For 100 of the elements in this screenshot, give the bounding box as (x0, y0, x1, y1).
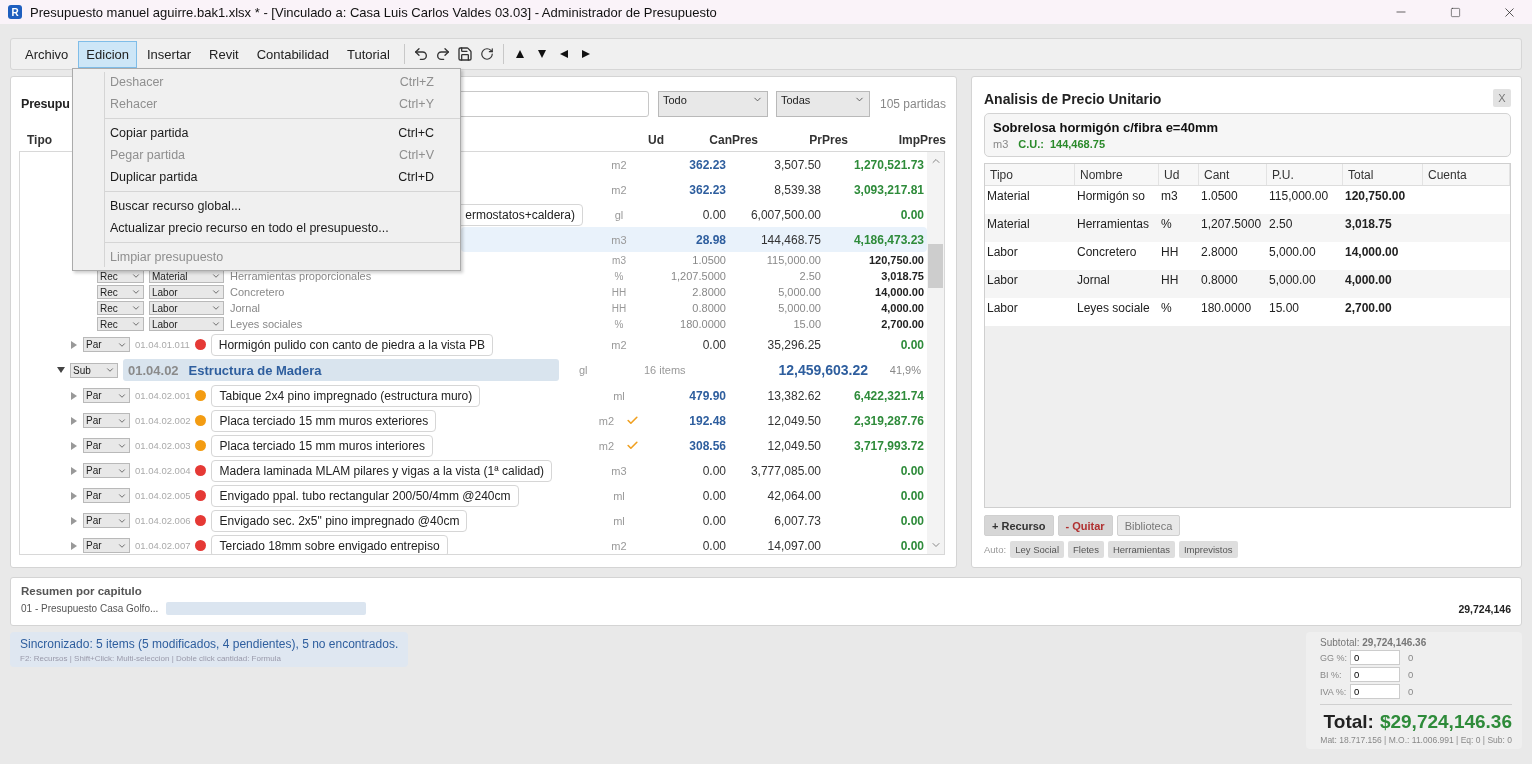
item-code: 01.04.02.005 (135, 489, 191, 502)
rate-label: GG %: (1320, 652, 1348, 663)
quantity-text: 180.0000 (679, 318, 727, 330)
description-field[interactable]: Terciado 18mm sobre envigado entrepiso (211, 534, 448, 554)
close-button[interactable]: X (1493, 89, 1511, 107)
dropdown[interactable]: Par (83, 337, 130, 352)
price-text: 144,468.75 (759, 232, 822, 247)
quantity-text: 0.8000 (691, 302, 727, 314)
dropdown[interactable]: Todas (775, 91, 870, 117)
expand-arrow-icon[interactable] (70, 541, 78, 550)
dropdown[interactable]: Labor (149, 317, 224, 331)
dropdown[interactable]: Par (83, 488, 130, 503)
quantity-text[interactable]: 0.00 (649, 513, 729, 528)
auto-button[interactable]: Imprevistos (1178, 541, 1238, 558)
expand-arrow-icon[interactable] (70, 441, 78, 450)
quantity-text[interactable]: 0.00 (649, 337, 729, 352)
collapse-arrow-icon[interactable] (57, 366, 65, 374)
quantity-text[interactable]: 479.90 (649, 388, 729, 403)
item-count: 105 partidas (879, 97, 946, 111)
menu-option[interactable]: Copiar partida Ctrl+C (105, 122, 460, 144)
price-text: 14,097.00 (766, 538, 822, 553)
auto-button[interactable]: Fletes (1068, 541, 1104, 558)
dropdown[interactable]: Par (83, 463, 130, 478)
table-cell-text: m3 (1160, 188, 1179, 203)
chapter-header[interactable]: 01.04.02 Estructura de Madera (123, 359, 559, 381)
expand-arrow-icon[interactable] (70, 416, 78, 425)
rate-field[interactable]: 0 (1350, 684, 1400, 699)
expand-arrow-icon[interactable] (70, 391, 78, 400)
menu-item[interactable]: Archivo (17, 40, 77, 68)
dropdown[interactable]: Par (83, 513, 130, 528)
rate-label: BI %: (1320, 669, 1343, 680)
price-text: 13,382.62 (766, 388, 822, 403)
quantity-text[interactable]: 0.00 (649, 488, 729, 503)
menu-option[interactable]: Actualizar precio recurso en todo el presupuesto... (105, 217, 460, 239)
dropdown[interactable]: Par (83, 538, 130, 553)
amount-text: 3,018.75 (880, 270, 925, 282)
scroll-thumb[interactable] (928, 244, 943, 288)
description-field[interactable]: Placa terciado 15 mm muros interiores (211, 434, 433, 457)
expand-arrow-icon[interactable] (70, 466, 78, 475)
expand-arrow-icon[interactable] (70, 516, 78, 525)
unit-cost-label: C.U.: (1018, 138, 1044, 150)
item-name: Sobrelosa hormigón c/fibra e=40mm (993, 120, 1220, 135)
menu-item[interactable]: Edicion (78, 40, 137, 68)
dropdown[interactable]: Rec (97, 317, 144, 331)
action-button[interactable]: + Recurso (984, 515, 1054, 536)
menu-item[interactable]: Tutorial (339, 40, 398, 68)
menu-option[interactable]: Buscar recurso global... (105, 195, 460, 217)
amount-text: 120,750.00 (867, 254, 925, 266)
price-text: 3,507.50 (773, 157, 822, 172)
action-button[interactable]: Biblioteca (1116, 515, 1181, 536)
expand-arrow-icon[interactable] (70, 340, 78, 349)
dropdown[interactable]: Labor (149, 301, 224, 315)
quantity-text[interactable]: 28.98 (649, 232, 729, 247)
amount-text: 0.00 (899, 337, 925, 352)
auto-button[interactable]: Ley Social (1010, 541, 1065, 558)
auto-button[interactable]: Herramientas (1107, 541, 1175, 558)
quantity-text[interactable]: 308.56 (649, 438, 729, 453)
quantity-text[interactable]: 362.23 (649, 157, 729, 172)
panel-title: Presupu (21, 97, 70, 111)
description-field[interactable]: Madera laminada MLAM pilares y vigas a la vista (1ª calidad) (211, 459, 553, 482)
rate-field[interactable]: 0 (1350, 650, 1400, 665)
amount-text: 6,422,321.74 (852, 388, 925, 403)
dropdown[interactable]: Labor (149, 285, 224, 299)
rate-field[interactable]: 0 (1350, 667, 1400, 682)
price-text: 2.50 (798, 270, 822, 282)
price-text: 115,000.00 (765, 254, 822, 266)
description-field[interactable]: Envigado ppal. tubo rectangular 200/50/4mm @240cm (211, 484, 519, 507)
dropdown[interactable]: Todo (657, 91, 768, 117)
scrollbar[interactable] (927, 152, 944, 554)
description-field[interactable]: Tabique 2x4 pino impregnado (estructura muro) (211, 384, 481, 407)
description-field[interactable]: Hormigón pulido con canto de piedra a la vista PB (210, 333, 493, 356)
column-header: Nombre (1075, 164, 1159, 185)
table-cell-text: 180.0000 (1200, 300, 1253, 315)
quantity-text[interactable]: 0.00 (649, 463, 729, 478)
dropdown[interactable]: Sub (70, 362, 118, 378)
table-cell-text: 2.50 (1268, 216, 1294, 231)
dropdown[interactable]: Par (83, 388, 130, 403)
menu-item[interactable]: Revit (201, 40, 247, 68)
menu-item[interactable]: Contabilidad (248, 40, 337, 68)
dropdown[interactable]: Par (83, 413, 130, 428)
expand-arrow-icon[interactable] (70, 491, 78, 500)
quantity-text[interactable]: 192.48 (649, 413, 729, 428)
quantity-text[interactable]: 362.23 (649, 182, 729, 197)
quantity-text[interactable]: 0.00 (649, 207, 729, 222)
dropdown[interactable]: Rec (97, 301, 144, 315)
description-field[interactable]: Envigado sec. 2x5" pino impregnado @40cm (211, 509, 468, 532)
menu-item[interactable]: Insertar (139, 40, 200, 68)
amount-text: 2,700.00 (880, 318, 925, 330)
description-field[interactable]: Placa terciado 15 mm muros exteriores (211, 409, 437, 432)
quantity-text[interactable]: 0.00 (649, 538, 729, 553)
amount-text: 0.00 (899, 207, 925, 222)
selected-row[interactable]: m3 28.98 144,468.75 4,186,473.23 (461, 227, 927, 252)
menu-option[interactable]: Duplicar partida Ctrl+D (105, 166, 460, 188)
dropdown[interactable]: Par (83, 438, 130, 453)
dropdown[interactable]: Rec (97, 285, 144, 299)
price-text: 35,296.25 (766, 337, 822, 352)
shortcut-text: Ctrl+V (398, 148, 434, 162)
unit-text: ml (613, 489, 625, 502)
item-code: 01.04.02.003 (135, 439, 191, 452)
action-button[interactable]: - Quitar (1057, 515, 1113, 536)
